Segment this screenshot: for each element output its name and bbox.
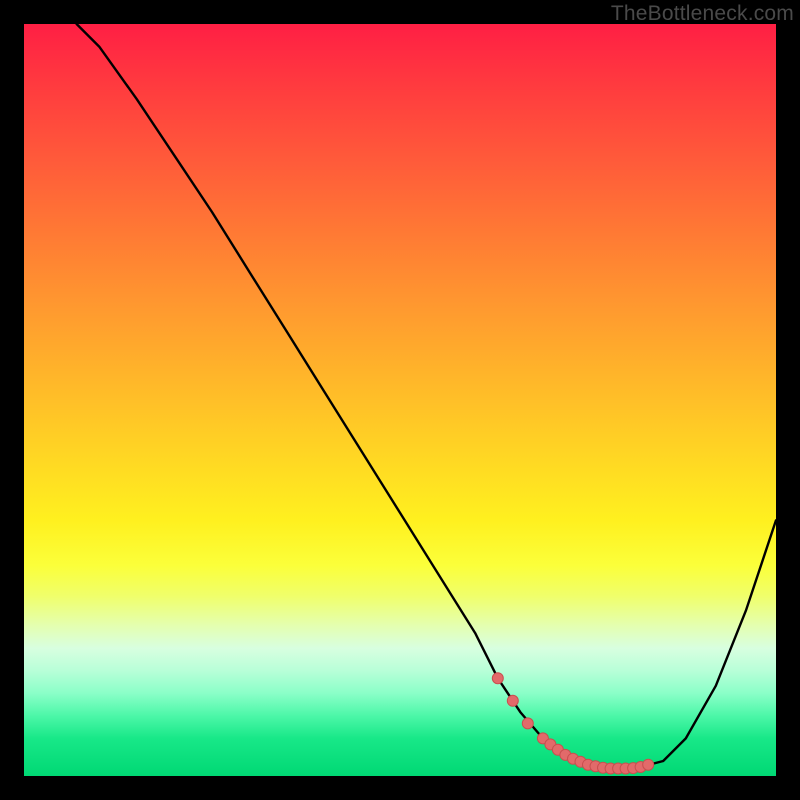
bottleneck-curve — [77, 24, 776, 769]
curve-overlay — [24, 24, 776, 776]
valley-marker — [507, 695, 518, 706]
valley-markers — [492, 673, 653, 774]
watermark-text: TheBottleneck.com — [611, 2, 794, 26]
chart-frame — [24, 24, 776, 776]
valley-marker — [492, 673, 503, 684]
valley-marker — [522, 718, 533, 729]
valley-marker — [643, 759, 654, 770]
